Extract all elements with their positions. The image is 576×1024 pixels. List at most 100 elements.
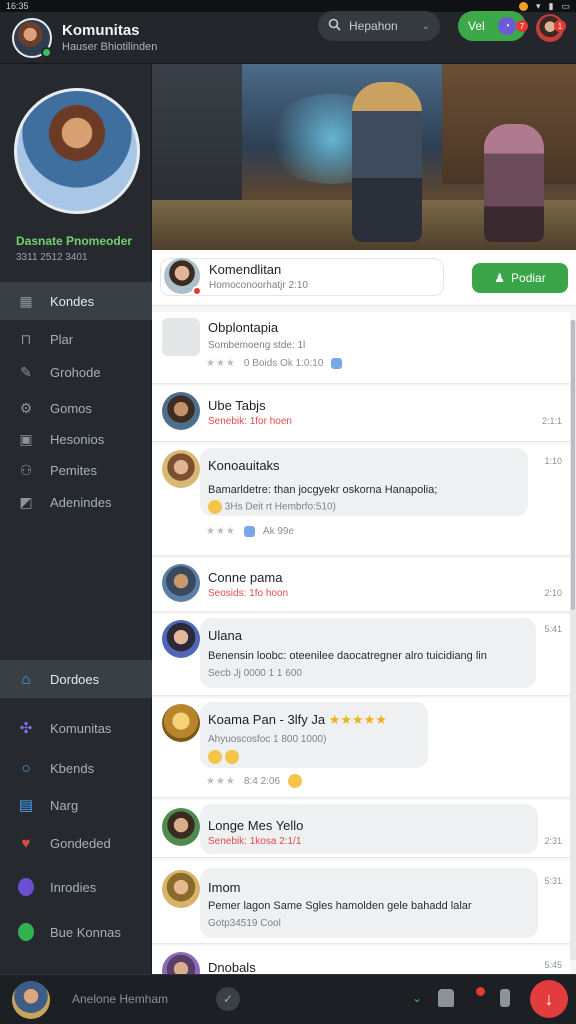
- header-titles: Komunitas Hauser Bhiotilinden: [62, 22, 157, 53]
- page-title: Komunitas: [62, 22, 140, 39]
- post-body-secondary: 3Hs Deit rt Hembrfo:510): [208, 500, 336, 514]
- profile-badge: 1: [554, 20, 566, 32]
- post-author: Obplontapia: [208, 320, 279, 335]
- sidebar-item-label: Komunitas: [50, 720, 112, 736]
- sidebar-item-inrodies[interactable]: Inrodies: [0, 868, 152, 906]
- circle-icon: [18, 923, 34, 941]
- scrollbar-thumb[interactable]: [571, 320, 575, 610]
- wifi-icon: ▾: [536, 0, 541, 11]
- user-badge: [476, 987, 485, 996]
- online-indicator: [41, 46, 52, 58]
- post-meta: Senebik: 1for hoen: [208, 416, 292, 427]
- post-time: 2:31: [544, 836, 562, 846]
- post-avatar[interactable]: [162, 704, 200, 742]
- search-placeholder: Hepahon: [349, 19, 398, 33]
- signal-icon: ▮: [548, 0, 554, 11]
- phone-icon[interactable]: [500, 989, 510, 1007]
- sidebar-item-gondeded[interactable]: ♥ Gondeded: [0, 824, 152, 862]
- composer-input[interactable]: Anelone Hemham: [72, 992, 168, 1006]
- board-icon: ▤: [18, 797, 34, 814]
- follow-label: Podiar: [511, 271, 546, 285]
- follow-button[interactable]: ♟ Podiar: [472, 263, 568, 293]
- list-item[interactable]: Obplontapia Sombemoeng stde: 1l ★★★ 0 Bo…: [152, 312, 570, 384]
- pinned-avatar[interactable]: [164, 258, 202, 296]
- post-body: Benensin loobc: oteenilee daocatregner a…: [208, 650, 487, 662]
- post-time: 1:10: [544, 456, 562, 466]
- post-time: 2:10: [544, 588, 562, 598]
- sidebar-item-komunitas[interactable]: ✣ Komunitas: [0, 709, 152, 747]
- list-item[interactable]: Imom 5:31 Pemer lagon Same Sgles hamolde…: [152, 860, 570, 944]
- sidebar-item-label: Adenindes: [50, 494, 112, 510]
- post-meta: Senebik: 1kosa 2:1/1: [208, 836, 302, 847]
- profile-hero-avatar[interactable]: [14, 88, 140, 214]
- search-input[interactable]: Hepahon ⌄: [318, 11, 440, 41]
- send-button[interactable]: ↓: [530, 980, 568, 1018]
- profile-name: Dasnate Pnomeoder: [16, 234, 133, 248]
- rating-stars: ★★★: [206, 526, 236, 537]
- list-item[interactable]: Koama Pan - 3lfy Ja ★★★★★ Ahyuoscosfoc 1…: [152, 698, 570, 798]
- sidebar-item-label: Gondeded: [50, 835, 111, 851]
- banner-hero-figure: [352, 82, 422, 242]
- circle-icon: [18, 878, 34, 896]
- user-avatar[interactable]: [12, 17, 52, 58]
- profile-id: 3311 2512 3401: [16, 252, 88, 263]
- status-icons: ▾ ▮ ▭: [519, 1, 570, 12]
- status-time: 16:35: [6, 1, 29, 11]
- sidebar-item-narg[interactable]: ▤ Narg: [0, 786, 152, 824]
- sidebar-item-kondes[interactable]: ▦ Kondes: [0, 282, 152, 320]
- post-avatar[interactable]: [162, 564, 200, 602]
- sidebar-item-kbends[interactable]: ○ Kbends: [0, 749, 152, 787]
- sidebar-item-bue-konnas[interactable]: Bue Konnas: [0, 913, 152, 951]
- post-avatar[interactable]: [162, 392, 200, 430]
- post-avatar[interactable]: [162, 450, 200, 488]
- post-time: 5:31: [544, 876, 562, 886]
- list-item[interactable]: Ube Tabjs Senebik: 1for hoen 2:1:1: [152, 386, 570, 442]
- people-icon: ⚇: [19, 461, 33, 478]
- emoji-icon: [288, 774, 303, 788]
- chat-icon: ◔: [498, 17, 516, 35]
- post-body-secondary: Gotp34519 Cool: [208, 918, 281, 929]
- post-author: Longe Mes Yello: [208, 818, 304, 833]
- share-icon: ✣: [19, 720, 33, 737]
- rating-stars: ★★★: [206, 358, 236, 369]
- post-avatar[interactable]: [162, 870, 200, 908]
- post-avatar[interactable]: [162, 952, 200, 974]
- sidebar-item-grohode[interactable]: ✎ Grohode: [0, 353, 152, 391]
- sidebar-item-label: Grohode: [50, 364, 101, 380]
- chevron-down-icon[interactable]: ⌄: [412, 991, 422, 1005]
- list-item[interactable]: Konoauitaks 1:10 Bamarldetre: than jocgy…: [152, 444, 570, 556]
- list-item[interactable]: Longe Mes Yello Senebik: 1kosa 2:1/1 2:3…: [152, 800, 570, 858]
- sidebar-item-adenindes[interactable]: ◩ Adenindes: [0, 483, 152, 521]
- composer-avatar[interactable]: [12, 981, 50, 1019]
- post-author: Imom: [208, 880, 241, 895]
- rating-stars: ★★★★★: [328, 712, 387, 727]
- sidebar-item-label: Kondes: [50, 293, 95, 309]
- banner-enemy-figure: [484, 124, 544, 242]
- feed-scrollbar[interactable]: [570, 320, 576, 960]
- pinned-sub: Homoconoorhatjr 2:10: [209, 280, 308, 291]
- post-time: 2:1:1: [541, 416, 562, 426]
- emoji-row: [208, 750, 239, 764]
- sidebar-item-dordoes[interactable]: ⌂ Dordoes: [0, 660, 152, 698]
- notification-icon: [519, 1, 528, 11]
- list-item[interactable]: Ulana 5:41 Benensin loobc: oteenilee dao…: [152, 614, 570, 696]
- sidebar-item-label: Plar: [50, 331, 74, 347]
- post-body: Bamarldetre: than jocgyekr oskorna Hanap…: [208, 484, 438, 496]
- page-subtitle: Hauser Bhiotilinden: [62, 41, 158, 53]
- list-item[interactable]: Conne pama Seosids: 1fo hoon 2:10: [152, 558, 570, 612]
- battery-icon: ▭: [561, 0, 570, 11]
- robot-icon: [162, 318, 200, 356]
- search-icon: ○: [21, 759, 31, 777]
- check-icon[interactable]: ✓: [216, 987, 240, 1011]
- post-meta: Seosids: 1fo hoon: [208, 588, 289, 599]
- post-author: Koama Pan - 3lfy Ja: [208, 712, 326, 727]
- post-reactions: ★★★ 0 Boids Ok 1:0:10: [206, 358, 343, 369]
- post-meta: Sombemoeng stde: 1l: [208, 340, 306, 351]
- user-icon[interactable]: [438, 989, 454, 1007]
- list-item[interactable]: Dnobals 5:45: [152, 946, 570, 974]
- grid-icon: ▦: [19, 292, 33, 309]
- post-avatar[interactable]: [162, 808, 200, 846]
- person-icon: ♟: [494, 271, 506, 285]
- gear-icon: ⚙: [19, 399, 33, 416]
- post-avatar[interactable]: [162, 620, 200, 658]
